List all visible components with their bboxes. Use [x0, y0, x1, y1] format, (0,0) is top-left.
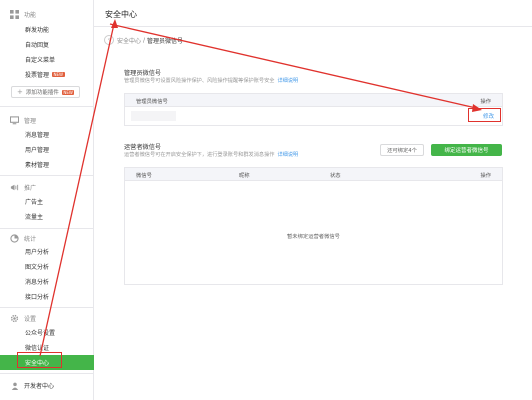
gear-icon: [10, 314, 19, 322]
sidebar-section-label: 功能: [24, 11, 37, 19]
breadcrumb-separator: /: [143, 36, 146, 44]
admin-table-header: 管理员微信号 操作: [125, 94, 502, 107]
monitor-icon: [10, 115, 19, 124]
sidebar-item-label: 用户管理: [25, 147, 50, 154]
sidebar-item-label: 流量主: [25, 214, 44, 221]
sidebar-item-label: 开发者中心: [24, 383, 55, 390]
sidebar-item-label: 消息分析: [25, 279, 50, 286]
sidebar-section-label: 推广: [24, 184, 37, 192]
sidebar-item-label: 微信认证: [25, 345, 50, 352]
sidebar-divider: [0, 106, 93, 107]
admin-section-title: 管理员微信号: [124, 70, 162, 77]
sidebar-section-label: 管理: [24, 117, 37, 125]
admin-details-link[interactable]: 详细说明: [277, 78, 298, 84]
sidebar-item-label: 自定义菜单: [25, 57, 56, 64]
plus-icon: +: [17, 88, 23, 96]
admin-desc-text: 管理员微信号可设置风险操作保护、风险操作提醒等保护账号安全: [124, 78, 275, 84]
sidebar-item-label: 用户分析: [25, 249, 50, 256]
admin-wechat-id-masked: [131, 111, 176, 121]
column-header-nickname: 昵称: [239, 173, 250, 179]
sidebar-divider: [0, 373, 93, 374]
sidebar-item-article-analysis[interactable]: 图文分析: [0, 259, 94, 274]
title-divider: [94, 26, 532, 27]
operator-details-link[interactable]: 详细说明: [277, 152, 298, 158]
person-icon: [11, 382, 19, 390]
sidebar-item-label: 自动回复: [25, 42, 50, 49]
sidebar-section-label: 设置: [24, 315, 37, 323]
sidebar-item-traffic-owner[interactable]: 流量主: [0, 209, 94, 224]
column-header-wechat: 微信号: [136, 173, 152, 179]
column-header-wechat: 管理员微信号: [136, 99, 168, 105]
sidebar-section-label: 统计: [24, 235, 37, 243]
column-header-operation: 操作: [480, 173, 491, 179]
sidebar-section-statistics: 统计: [10, 232, 36, 244]
operator-section-title: 运营者微信号: [124, 144, 162, 151]
sidebar-item-message-analysis[interactable]: 消息分析: [0, 274, 94, 289]
highlight-box-security-center: [17, 352, 62, 368]
bind-operator-button[interactable]: 绑定运营者微信号: [431, 144, 502, 156]
sidebar-item-label: 广告主: [25, 199, 44, 206]
sidebar-item-custom-menu[interactable]: 自定义菜单: [0, 52, 94, 67]
sidebar-section-settings: 设置: [10, 312, 36, 324]
grid-icon: [10, 9, 19, 19]
sidebar-item-label: 图文分析: [25, 264, 50, 271]
remaining-quota-label: 还可绑定4个: [380, 144, 424, 156]
sidebar-item-label: 消息管理: [25, 132, 50, 139]
new-badge: NEW: [52, 72, 65, 77]
sidebar-divider: [0, 228, 93, 229]
page-title: 安全中心: [105, 10, 137, 19]
sidebar-divider: [0, 175, 93, 176]
sidebar-item-label: 公众号设置: [25, 330, 56, 337]
sidebar-item-message-management[interactable]: 消息管理: [0, 127, 94, 142]
back-icon[interactable]: ‹: [104, 35, 114, 45]
empty-state-text: 暂未绑定运营者微信号: [287, 234, 340, 240]
breadcrumb: ‹ 安全中心 / 管理员微信号: [104, 34, 183, 46]
sidebar-item-account-settings[interactable]: 公众号设置: [0, 325, 94, 340]
highlight-box-edit: [468, 108, 501, 122]
add-plugin-button[interactable]: + 添加功能插件 NEW: [11, 86, 80, 98]
sidebar-item-material-management[interactable]: 素材管理: [0, 157, 94, 172]
admin-table: 管理员微信号 操作 修改: [124, 93, 503, 126]
sidebar-section-management: 管理: [10, 114, 36, 126]
operator-section-desc: 运营者微信号可在开启安全保护下，进行登录账号和群发消息操作 详细说明: [124, 151, 298, 158]
sidebar-item-label: 接口分析: [25, 294, 50, 301]
sidebar-item-auto-reply[interactable]: 自动回复: [0, 37, 94, 52]
sidebar: 功能 群发功能 自动回复 自定义菜单 投票管理 NEW + 添加功能插件 NEW …: [0, 0, 94, 400]
sidebar-item-label: 群发功能: [25, 27, 50, 34]
admin-section-desc: 管理员微信号可设置风险操作保护、风险操作提醒等保护账号安全 详细说明: [124, 77, 298, 84]
sidebar-item-developer-center[interactable]: 开发者中心: [0, 378, 94, 393]
column-header-status: 状态: [330, 173, 341, 179]
sidebar-item-user-management[interactable]: 用户管理: [0, 142, 94, 157]
sidebar-divider: [0, 307, 93, 308]
sidebar-item-api-analysis[interactable]: 接口分析: [0, 289, 94, 304]
megaphone-icon: [10, 184, 19, 190]
breadcrumb-current: 管理员微信号: [147, 37, 184, 45]
sidebar-item-label: 投票管理: [25, 72, 50, 79]
sidebar-item-user-analysis[interactable]: 用户分析: [0, 244, 94, 259]
column-header-operation: 操作: [480, 99, 491, 105]
sidebar-item-vote-management[interactable]: 投票管理 NEW: [0, 67, 94, 82]
add-plugin-label: 添加功能插件: [25, 90, 59, 96]
operator-desc-text: 运营者微信号可在开启安全保护下，进行登录账号和群发消息操作: [124, 152, 275, 158]
operator-table-header: 微信号 昵称 状态 操作: [125, 168, 502, 181]
new-badge: NEW: [61, 89, 75, 95]
breadcrumb-parent[interactable]: 安全中心: [117, 36, 141, 45]
sidebar-item-advertiser[interactable]: 广告主: [0, 194, 94, 209]
sidebar-section-promotion: 推广: [10, 181, 36, 193]
chart-icon: [10, 233, 19, 243]
sidebar-item-mass-send[interactable]: 群发功能: [0, 22, 94, 37]
security-center-page: 功能 群发功能 自动回复 自定义菜单 投票管理 NEW + 添加功能插件 NEW …: [0, 0, 532, 400]
sidebar-item-label: 素材管理: [25, 162, 50, 169]
sidebar-section-functions: 功能: [10, 8, 36, 20]
operator-table: 微信号 昵称 状态 操作 暂未绑定运营者微信号: [124, 167, 503, 285]
